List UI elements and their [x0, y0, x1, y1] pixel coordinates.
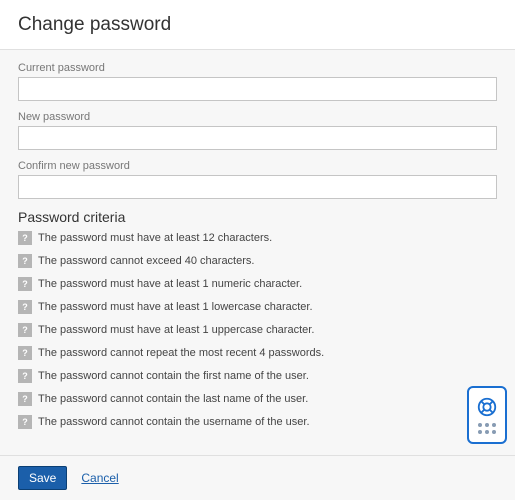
field-group-confirm: Confirm new password — [18, 160, 497, 199]
help-lifebuoy-icon — [476, 396, 498, 418]
svg-text:?: ? — [22, 371, 28, 381]
footer-bar: Save Cancel — [0, 455, 515, 500]
svg-text:?: ? — [22, 394, 28, 404]
svg-text:?: ? — [22, 302, 28, 312]
criteria-text: The password cannot contain the first na… — [38, 370, 309, 382]
current-password-input[interactable] — [18, 77, 497, 101]
new-password-label: New password — [18, 111, 497, 123]
criteria-text: The password cannot exceed 40 characters… — [38, 255, 254, 267]
criteria-text: The password must have at least 1 numeri… — [38, 278, 302, 290]
question-icon: ? — [18, 369, 32, 383]
question-icon: ? — [18, 300, 32, 314]
question-icon: ? — [18, 415, 32, 429]
new-password-input[interactable] — [18, 126, 497, 150]
criteria-item: ? The password must have at least 12 char… — [18, 231, 497, 245]
help-widget[interactable] — [467, 386, 507, 444]
field-group-current: Current password — [18, 62, 497, 101]
svg-text:?: ? — [22, 279, 28, 289]
criteria-item: ? The password cannot contain the last na… — [18, 392, 497, 406]
question-icon: ? — [18, 323, 32, 337]
criteria-item: ? The password must have at least 1 upper… — [18, 323, 497, 337]
criteria-item: ? The password cannot repeat the most rec… — [18, 346, 497, 360]
question-icon: ? — [18, 254, 32, 268]
criteria-list: ? The password must have at least 12 char… — [18, 231, 497, 429]
cancel-button[interactable]: Cancel — [81, 471, 118, 485]
page-header: Change password — [0, 0, 515, 50]
current-password-label: Current password — [18, 62, 497, 74]
criteria-text: The password must have at least 1 upperc… — [38, 324, 314, 336]
criteria-text: The password cannot repeat the most rece… — [38, 347, 324, 359]
svg-text:?: ? — [22, 348, 28, 358]
criteria-item: ? The password cannot contain the usernam… — [18, 415, 497, 429]
criteria-title: Password criteria — [18, 209, 497, 225]
criteria-item: ? The password must have at least 1 lower… — [18, 300, 497, 314]
svg-text:?: ? — [22, 233, 28, 243]
svg-text:?: ? — [22, 325, 28, 335]
criteria-text: The password cannot contain the last nam… — [38, 393, 308, 405]
question-icon: ? — [18, 346, 32, 360]
criteria-text: The password cannot contain the username… — [38, 416, 310, 428]
field-group-new: New password — [18, 111, 497, 150]
svg-text:?: ? — [22, 256, 28, 266]
confirm-password-input[interactable] — [18, 175, 497, 199]
save-button[interactable]: Save — [18, 466, 67, 490]
criteria-item: ? The password must have at least 1 numer… — [18, 277, 497, 291]
question-icon: ? — [18, 231, 32, 245]
criteria-text: The password must have at least 12 chara… — [38, 232, 272, 244]
criteria-item: ? The password cannot exceed 40 character… — [18, 254, 497, 268]
criteria-item: ? The password cannot contain the first n… — [18, 369, 497, 383]
help-drag-dots-icon — [478, 423, 496, 434]
question-icon: ? — [18, 277, 32, 291]
page-title: Change password — [18, 14, 497, 36]
criteria-text: The password must have at least 1 lowerc… — [38, 301, 313, 313]
form-content: Current password New password Confirm ne… — [0, 50, 515, 446]
svg-text:?: ? — [22, 417, 28, 427]
confirm-password-label: Confirm new password — [18, 160, 497, 172]
question-icon: ? — [18, 392, 32, 406]
